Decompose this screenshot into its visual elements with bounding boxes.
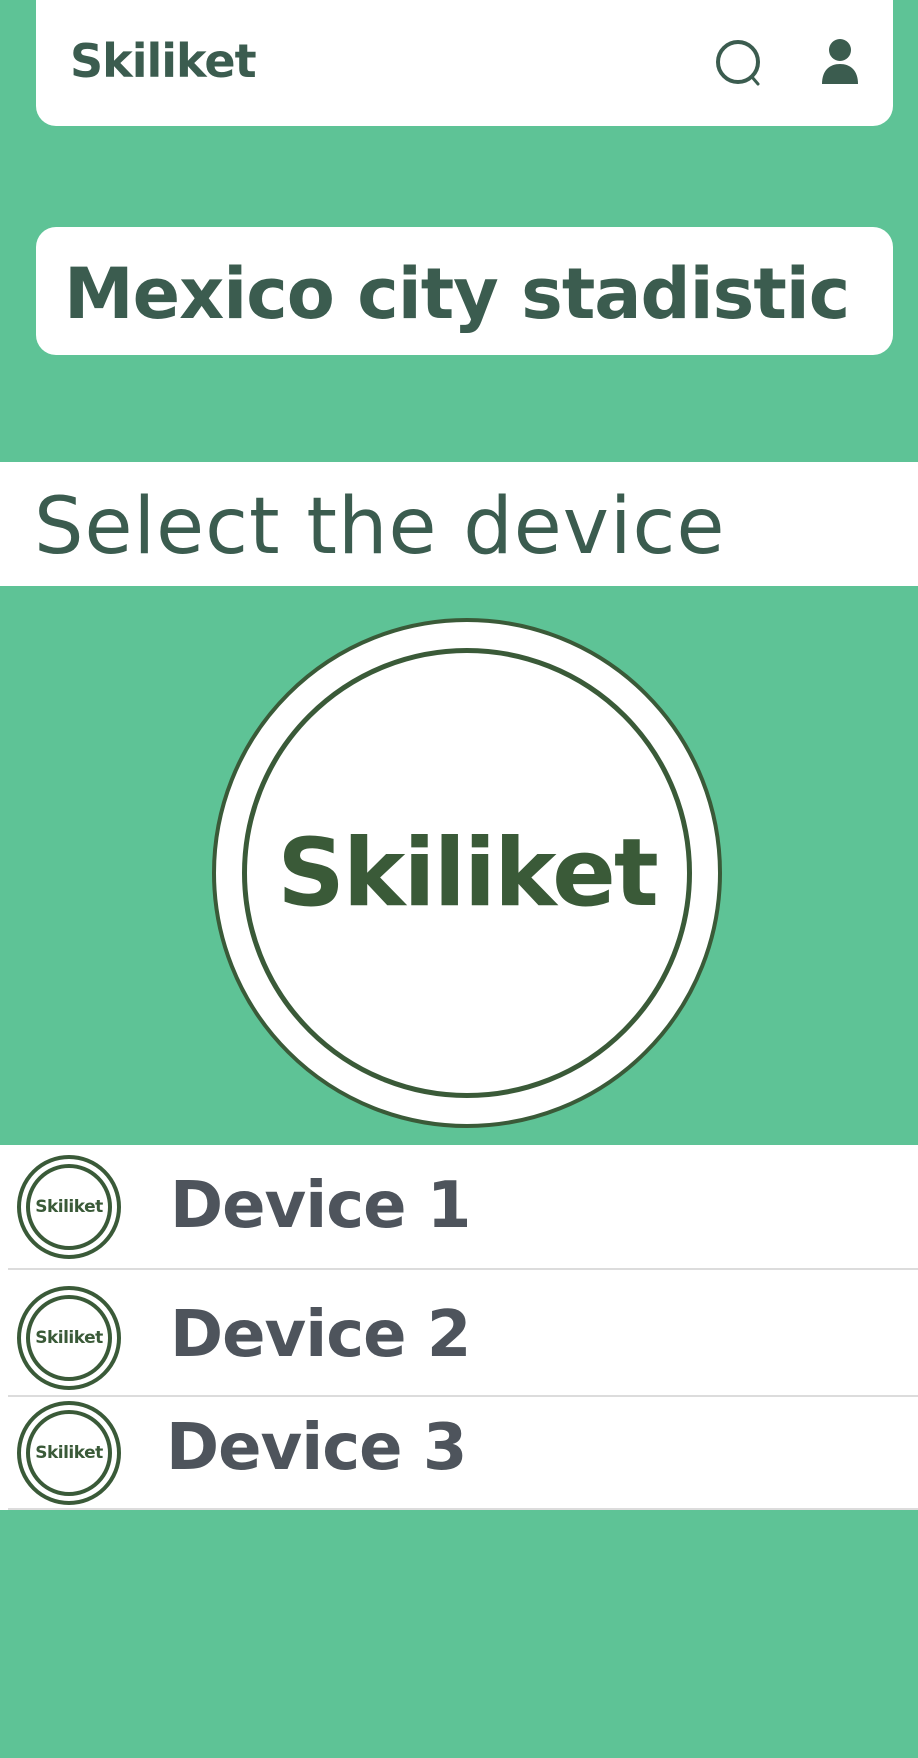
device-label: Device 1 [170,1169,471,1243]
list-divider [8,1508,918,1510]
app-title: Skiliket [70,34,257,88]
device-logo-text: Skiliket [35,1328,103,1348]
device-logo-text: Skiliket [35,1443,103,1463]
device-item-2[interactable]: Skiliket Device 2 [0,1270,918,1397]
select-device-header: Select the device [0,462,918,586]
user-icon[interactable] [810,34,870,94]
device-logo-icon: Skiliket [17,1286,121,1390]
device-label: Device 3 [166,1411,467,1485]
city-statistic-card[interactable]: Mexico city stadistic [36,227,893,355]
search-icon[interactable] [710,34,770,94]
skiliket-logo-ring: Skiliket [242,648,692,1098]
skiliket-logo-text: Skiliket [277,818,659,928]
device-list: Skiliket Device 1 Skiliket Device 2 Skil… [0,1145,918,1510]
device-logo-text: Skiliket [35,1197,103,1217]
city-statistic-title: Mexico city stadistic [64,253,850,335]
device-logo-icon: Skiliket [17,1155,121,1259]
device-logo-icon: Skiliket [17,1401,121,1505]
device-logo-ring: Skiliket [26,1295,112,1381]
device-logo-ring: Skiliket [26,1410,112,1496]
device-logo-ring: Skiliket [26,1164,112,1250]
select-device-title: Select the device [34,482,726,572]
top-app-bar: Skiliket [36,0,893,126]
device-label: Device 2 [170,1298,471,1372]
skiliket-logo: Skiliket [212,618,722,1128]
device-item-3[interactable]: Skiliket Device 3 [0,1397,918,1510]
device-item-1[interactable]: Skiliket Device 1 [0,1145,918,1270]
